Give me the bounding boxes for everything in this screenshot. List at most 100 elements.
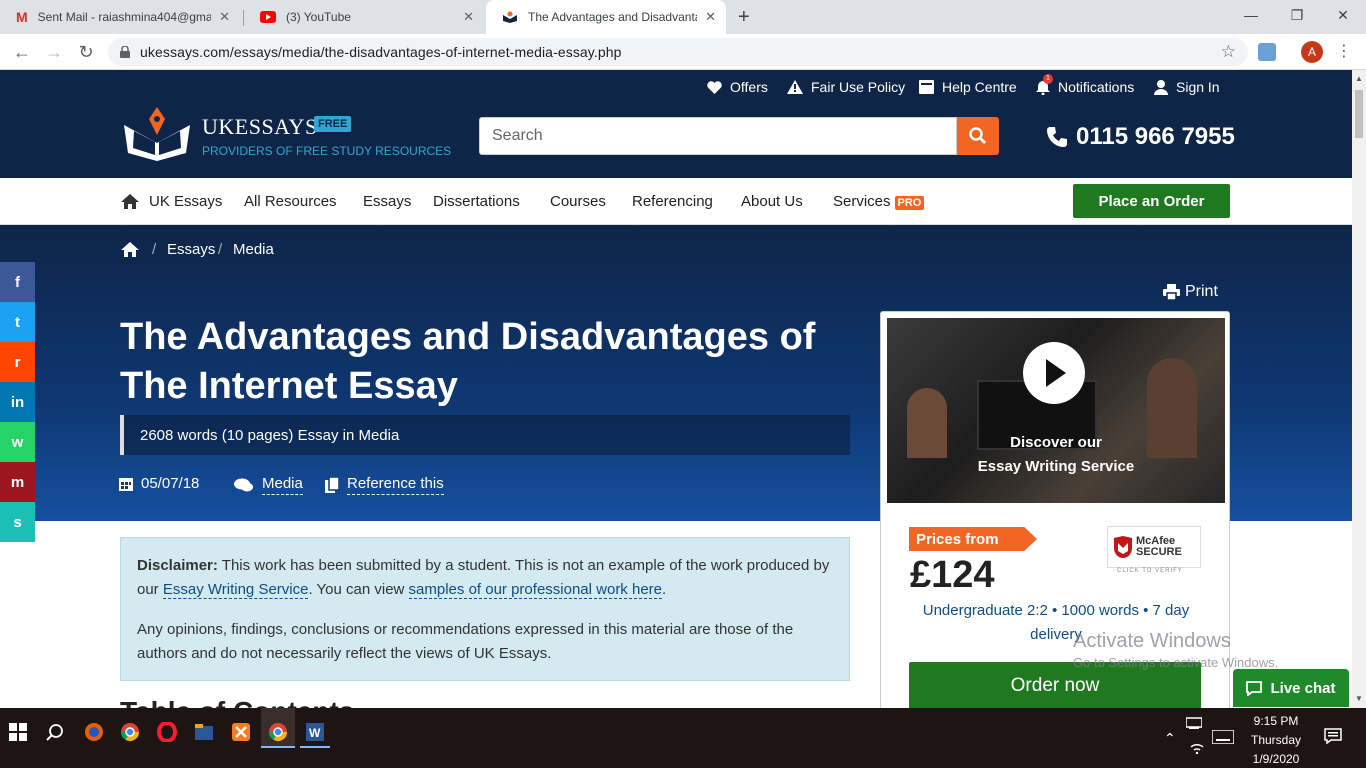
back-button[interactable]: ←	[10, 40, 34, 64]
samples-link[interactable]: samples of our professional work here	[408, 581, 663, 599]
star-icon[interactable]: ☆	[1221, 42, 1236, 62]
site-header: Offers Fair Use Policy Help Centre 1 Not…	[0, 70, 1352, 178]
phone-icon	[1046, 126, 1068, 148]
linkedin-icon[interactable]: in	[0, 382, 35, 422]
reddit-icon[interactable]: r	[0, 342, 35, 382]
nav-essays[interactable]: Essays	[363, 193, 411, 210]
phone-number[interactable]: 0115 966 7955	[1046, 123, 1235, 151]
fair-use-link[interactable]: Fair Use Policy	[787, 79, 905, 95]
close-icon[interactable]: ✕	[219, 9, 230, 25]
scroll-down-arrow[interactable]: ▼	[1355, 694, 1363, 703]
profile-avatar[interactable]: A	[1301, 41, 1323, 63]
lock-icon	[120, 46, 130, 58]
help-icon	[919, 80, 934, 94]
clock-day: Thursday	[1250, 733, 1302, 747]
place-order-button[interactable]: Place an Order	[1073, 184, 1230, 218]
breadcrumb-essays[interactable]: Essays	[167, 241, 215, 258]
disclaimer-text: . You can view	[308, 581, 405, 598]
nav-all-resources[interactable]: All Resources	[244, 193, 337, 210]
close-window-button[interactable]: ✕	[1320, 0, 1366, 30]
scroll-up-arrow[interactable]: ▲	[1355, 74, 1363, 83]
scrollbar-thumb[interactable]	[1355, 90, 1363, 138]
user-icon	[1154, 79, 1168, 95]
mendeley-icon[interactable]: m	[0, 462, 35, 502]
breadcrumb-home-icon[interactable]	[121, 242, 139, 257]
action-center-icon[interactable]	[1324, 728, 1342, 744]
xampp-icon[interactable]	[229, 720, 253, 744]
essay-summary: 2608 words (10 pages) Essay in Media	[120, 415, 850, 455]
forward-button[interactable]: →	[42, 40, 66, 64]
close-icon[interactable]: ✕	[705, 9, 716, 25]
tab-ukessays[interactable]: The Advantages and Disadvantag ✕	[486, 0, 726, 34]
word-underline	[300, 746, 330, 748]
sign-in-link[interactable]: Sign In	[1154, 79, 1220, 95]
live-chat-button[interactable]: Live chat	[1233, 669, 1349, 707]
price-value: £124	[910, 554, 995, 596]
nav-courses[interactable]: Courses	[550, 193, 606, 210]
windows-start-icon[interactable]	[6, 720, 30, 744]
close-icon[interactable]: ✕	[463, 9, 474, 25]
keyboard-icon[interactable]	[1212, 730, 1234, 744]
promo-video[interactable]: Discover our Essay Writing Service	[887, 318, 1225, 503]
address-bar[interactable]: ukessays.com/essays/media/the-disadvanta…	[108, 38, 1248, 66]
nav-dissertations[interactable]: Dissertations	[433, 193, 520, 210]
reload-button[interactable]: ↻	[74, 40, 98, 64]
facebook-icon[interactable]: f	[0, 262, 35, 302]
network-icon[interactable]	[1186, 716, 1202, 730]
breadcrumb-media[interactable]: Media	[233, 241, 274, 258]
essay-writing-service-link[interactable]: Essay Writing Service	[162, 581, 309, 599]
nav-uk-essays[interactable]: UK Essays	[149, 193, 222, 210]
logo-wordmark[interactable]: UKESSAYS	[202, 114, 318, 140]
scribd-icon[interactable]: s	[0, 502, 35, 542]
tab-gmail[interactable]: M Sent Mail - raiashmina404@gmai ✕	[0, 0, 240, 34]
opera-icon[interactable]	[155, 720, 179, 744]
browser-tab-bar: M Sent Mail - raiashmina404@gmai ✕ (3) Y…	[0, 0, 1366, 34]
wifi-icon[interactable]	[1190, 742, 1204, 754]
disclaimer-text: .	[662, 581, 667, 598]
search-icon[interactable]	[43, 720, 67, 744]
browser-menu-icon[interactable]: ⋮	[1336, 41, 1352, 61]
firefox-icon[interactable]	[82, 720, 106, 744]
windows-taskbar: W ⌃ 9:15 PM Thursday 1/9/2020	[0, 708, 1366, 768]
chrome-icon[interactable]	[118, 720, 142, 744]
chrome-active-icon[interactable]	[266, 720, 290, 744]
offers-link[interactable]: Offers	[707, 79, 768, 95]
tab-youtube[interactable]: (3) YouTube ✕	[244, 0, 484, 34]
mcafee-secure-badge[interactable]: McAfee SECURE	[1107, 526, 1201, 568]
nav-services-label: Services	[833, 193, 891, 210]
comments-icon	[234, 478, 254, 492]
reference-this-link[interactable]: Reference this	[325, 475, 444, 495]
whatsapp-icon[interactable]: w	[0, 422, 35, 462]
help-centre-link[interactable]: Help Centre	[919, 79, 1017, 95]
home-icon[interactable]	[121, 194, 139, 209]
folder-app-icon[interactable]	[192, 720, 216, 744]
maximize-button[interactable]: ❐	[1274, 0, 1320, 30]
search-button[interactable]	[957, 117, 999, 155]
search-input[interactable]: Search	[479, 117, 957, 155]
logo-book-icon[interactable]	[120, 105, 194, 163]
tab-title: The Advantages and Disadvantag	[528, 10, 698, 24]
minimize-button[interactable]: —	[1228, 0, 1274, 30]
new-tab-button[interactable]: +	[738, 6, 750, 29]
twitter-icon[interactable]: t	[0, 302, 35, 342]
nav-about-us[interactable]: About Us	[741, 193, 803, 210]
sign-in-label: Sign In	[1176, 79, 1220, 95]
disclaimer-box: Disclaimer: This work has been submitted…	[120, 537, 850, 681]
nav-services[interactable]: Services PRO	[833, 193, 925, 210]
tab-title: Sent Mail - raiashmina404@gmai	[37, 10, 212, 24]
search-icon	[969, 127, 987, 145]
system-clock[interactable]: 9:15 PM Thursday 1/9/2020	[1243, 712, 1309, 768]
essay-category-link[interactable]: Media	[234, 475, 303, 495]
tray-chevron-icon[interactable]: ⌃	[1164, 730, 1176, 747]
bell-icon: 1	[1036, 73, 1053, 95]
order-now-button[interactable]: Order now	[909, 662, 1201, 708]
phone-text: 0115 966 7955	[1076, 123, 1235, 150]
page-scrollbar[interactable]: ▲ ▼	[1352, 70, 1366, 708]
print-button[interactable]: Print	[1163, 283, 1218, 301]
play-button[interactable]	[1023, 342, 1085, 404]
word-icon[interactable]: W	[303, 720, 327, 744]
nav-referencing[interactable]: Referencing	[632, 193, 713, 210]
notifications-link[interactable]: 1 Notifications	[1036, 73, 1134, 95]
breadcrumb-separator: /	[218, 241, 223, 258]
extension-icon[interactable]	[1258, 43, 1276, 61]
